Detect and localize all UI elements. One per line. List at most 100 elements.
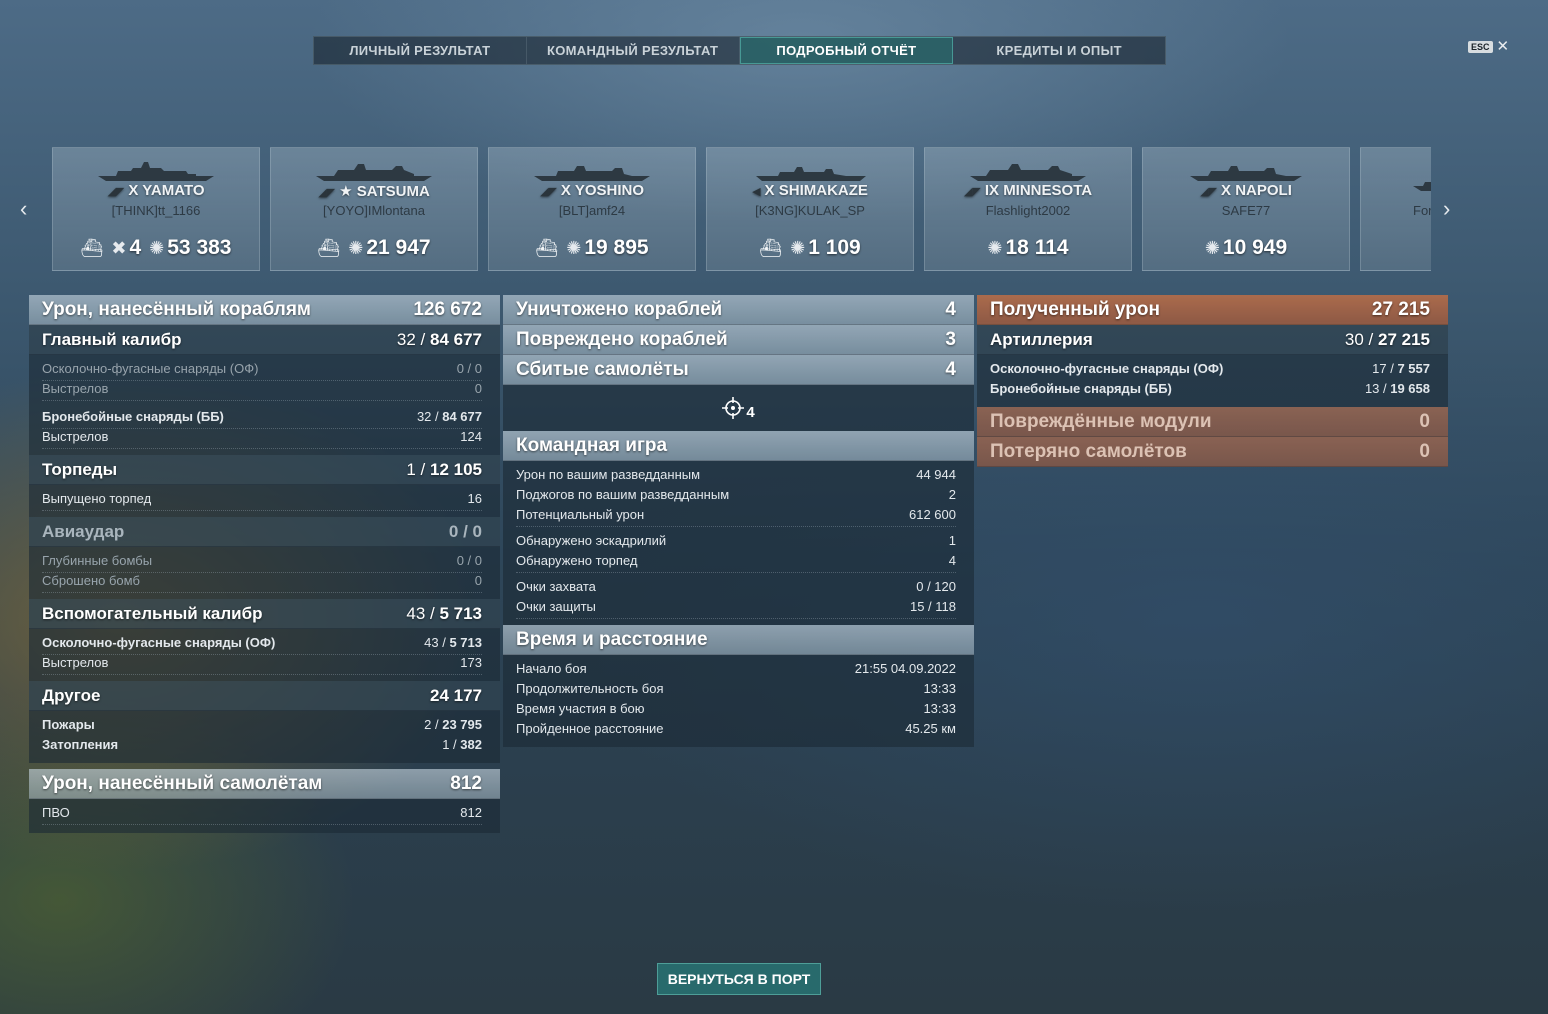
stat-row: Урон по вашим разведданным 44 944	[516, 467, 956, 482]
stat-row: Обнаружено эскадрилий 1	[516, 533, 956, 548]
damage-icon: ✺	[790, 237, 806, 258]
stat-row: Осколочно-фугасные снаряды (ОФ) 43 / 5 71…	[42, 635, 482, 655]
damaged-header: Повреждено кораблей 3	[503, 325, 974, 355]
damage-value: 10 949	[1222, 236, 1288, 259]
close-icon: ✕	[1496, 38, 1510, 55]
stat-row: Бронебойные снаряды (ББ) 32 / 84 677	[42, 409, 482, 429]
destroyer-class-icon: ◢◤	[107, 186, 125, 198]
stat-row: Бронебойные снаряды (ББ) 13 / 19 658	[990, 381, 1430, 396]
stat-row: Пожары 2 / 23 795	[42, 717, 482, 732]
ship-card[interactable]: ◢◤ X YAMATO [THINK]tt_1166 ⛴ ✖ 4 ✺ 53 383	[52, 147, 260, 271]
damage-icon: ✺	[987, 237, 1003, 258]
stat-row: Глубинные бомбы 0 / 0	[42, 553, 482, 573]
damage-icon: ✺	[348, 237, 364, 258]
ship-card[interactable]: ◢◤ X NAPOLI SAFE77 ✺ 10 949	[1142, 147, 1350, 271]
stat-row: Затопления 1 / 382	[42, 737, 482, 752]
ship-silhouette-icon	[756, 167, 866, 181]
planes-shot-header: Сбитые самолёты 4	[503, 355, 974, 385]
damage-dealt-panel: Урон, нанесённый кораблям 126 672 Главный…	[29, 295, 500, 833]
cruiser-class-icon: ◢◤	[1200, 186, 1218, 198]
received-damage-header: Полученный урон 27 215	[977, 295, 1448, 325]
planes-lost-header: Потеряно самолётов 0	[977, 437, 1448, 467]
stat-row: Очки защиты 15 / 118	[516, 599, 956, 619]
damage-icon: ✺	[149, 237, 165, 258]
player-name: [YOYO]IMlontana	[323, 203, 425, 218]
sunk-ship-icon: ⛴	[535, 237, 559, 258]
destroyer-class-icon: ◀	[752, 186, 761, 198]
damage-value: 21 947	[366, 236, 431, 259]
stat-row: Выстрелов 124	[42, 429, 482, 449]
return-to-port-button[interactable]: ВЕРНУТЬСЯ В ПОРТ	[657, 963, 821, 995]
ship-name: ◀ X SHIMAKAZE	[752, 182, 868, 199]
ribbon-row: 4	[503, 385, 974, 431]
crosshair-count: 4	[746, 403, 755, 421]
damage-received-panel: Полученный урон 27 215 Артиллерия 30 / 27 …	[977, 295, 1448, 467]
tab-team-result[interactable]: КОМАНДНЫЙ РЕЗУЛЬТАТ	[527, 37, 740, 64]
ship-name: ◢◤ IX MINNESOTA	[963, 182, 1093, 199]
sunk-ship-icon: ⛴	[80, 237, 104, 258]
stat-row: Пройденное расстояние 45.25 км	[516, 721, 956, 736]
ship-card[interactable]: ◢◤ IX MINNESOTA Flashlight2002 ✺ 18 114	[924, 147, 1132, 271]
damage-value: 1 109	[808, 236, 861, 259]
ship-name: ◢◤ ★ SATSUMA	[318, 183, 430, 200]
cruiser-class-icon: ◢◤	[539, 186, 557, 198]
kills-count: 4	[129, 236, 142, 259]
time-distance-header: Время и расстояние	[503, 625, 974, 655]
battleship-class-icon: ◢◤	[318, 187, 336, 199]
other-header: Другое 24 177	[29, 681, 500, 711]
close-button[interactable]: ESC ✕	[1468, 38, 1510, 55]
stat-row: Выпущено торпед 16	[42, 491, 482, 511]
carousel-next-button[interactable]: ›	[1443, 196, 1450, 222]
ship-carousel: ◢◤ X YAMATO [THINK]tt_1166 ⛴ ✖ 4 ✺ 53 383 ◢…	[52, 147, 1431, 271]
main-battery-header: Главный калибр 32 / 84 677	[29, 325, 500, 355]
player-name: [THINK]tt_1166	[111, 203, 201, 218]
tab-bar: ЛИЧНЫЙ РЕЗУЛЬТАТ КОМАНДНЫЙ РЕЗУЛЬТАТ ПОД…	[313, 36, 1166, 65]
stat-row: Потенциальный урон 612 600	[516, 507, 956, 527]
carousel-prev-button[interactable]: ‹	[20, 196, 27, 222]
ship-silhouette-icon	[970, 164, 1086, 181]
ship-silhouette-icon	[316, 164, 432, 181]
ship-card[interactable]: For	[1360, 147, 1431, 271]
tab-detailed-report[interactable]: ПОДРОБНЫЙ ОТЧЁТ	[739, 37, 954, 64]
airstrike-header: Авиаудар 0 / 0	[29, 517, 500, 547]
tab-personal-result[interactable]: ЛИЧНЫЙ РЕЗУЛЬТАТ	[314, 37, 527, 64]
damage-icon: ✺	[1204, 237, 1220, 258]
plane-damage-header: Урон, нанесённый самолётам 812	[29, 769, 500, 799]
sunk-ship-icon: ⛴	[759, 237, 783, 258]
player-name: SAFE77	[1221, 203, 1271, 218]
damage-value: 19 895	[584, 236, 649, 259]
kills-icon: ✖	[111, 237, 127, 258]
tab-credits-xp[interactable]: КРЕДИТЫ И ОПЫТ	[953, 37, 1165, 64]
battleship-class-icon: ◢◤	[963, 186, 981, 198]
damaged-modules-header: Повреждённые модули 0	[977, 407, 1448, 437]
team-play-header: Командная игра	[503, 431, 974, 461]
crosshair-icon	[722, 397, 745, 419]
stat-row: Выстрелов 173	[42, 655, 482, 675]
stat-row: ПВО 812	[42, 805, 482, 825]
damage-icon: ✺	[566, 237, 582, 258]
stat-row: Осколочно-фугасные снаряды (ОФ) 17 / 7 55…	[990, 361, 1430, 376]
ship-silhouette-icon	[534, 166, 650, 181]
stat-row: Время участия в бою 13:33	[516, 701, 956, 716]
stat-row: Осколочно-фугасные снаряды (ОФ) 0 / 0	[42, 361, 482, 381]
sunk-ship-icon: ⛴	[317, 237, 341, 258]
ship-card[interactable]: ◀ X SHIMAKAZE [K3NG]KULAK_SP ⛴ ✺ 1 109	[706, 147, 914, 271]
ship-card[interactable]: ◢◤ X YOSHINO [BLT]amf24 ⛴ ✺ 19 895	[488, 147, 696, 271]
torpedoes-header: Торпеды 1 / 12 105	[29, 455, 500, 485]
ship-name: ◢◤ X NAPOLI	[1200, 182, 1292, 199]
artillery-header: Артиллерия 30 / 27 215	[977, 325, 1448, 355]
combat-summary-panel: Уничтожено кораблей 4 Повреждено кораблей…	[503, 295, 974, 747]
chevron-right-icon: ›	[1443, 196, 1451, 221]
ship-damage-header: Урон, нанесённый кораблям 126 672	[29, 295, 500, 325]
stat-row: Начало боя 21:55 04.09.2022	[516, 661, 956, 676]
ship-name: ◢◤ X YAMATO	[107, 182, 205, 199]
destroyed-header: Уничтожено кораблей 4	[503, 295, 974, 325]
stat-row: Очки захвата 0 / 120	[516, 579, 956, 594]
ship-silhouette-icon	[98, 162, 214, 181]
player-name: [K3NG]KULAK_SP	[755, 203, 865, 218]
secondary-header: Вспомогательный калибр 43 / 5 713	[29, 599, 500, 629]
ship-card[interactable]: ◢◤ ★ SATSUMA [YOYO]IMlontana ⛴ ✺ 21 947	[270, 147, 478, 271]
stat-row: Сброшено бомб 0	[42, 573, 482, 593]
stat-row: Продолжительность боя 13:33	[516, 681, 956, 696]
ship-name: ◢◤ X YOSHINO	[539, 182, 645, 199]
